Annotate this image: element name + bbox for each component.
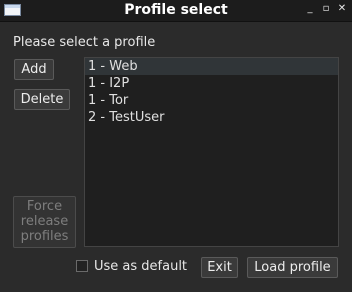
close-icon[interactable]: ✕ (336, 3, 348, 15)
use-as-default-checkbox[interactable] (76, 260, 88, 272)
minimize-icon[interactable]: _ (304, 3, 316, 15)
profile-item[interactable]: 1 - Web (85, 58, 338, 75)
force-release-line-2: release (20, 214, 69, 229)
profile-item[interactable]: 2 - TestUser (85, 109, 338, 126)
load-profile-button[interactable]: Load profile (247, 257, 338, 278)
force-release-profiles-button[interactable]: Force release profiles (13, 196, 76, 248)
force-release-line-3: profiles (20, 229, 69, 244)
window-title: Profile select (124, 2, 228, 18)
add-button[interactable]: Add (14, 59, 54, 80)
select-profile-label: Please select a profile (13, 35, 156, 50)
profile-item[interactable]: 1 - I2P (85, 75, 338, 92)
delete-button[interactable]: Delete (14, 89, 70, 110)
exit-button[interactable]: Exit (201, 257, 238, 278)
use-as-default-label: Use as default (94, 259, 188, 274)
profile-list[interactable]: 1 - Web 1 - I2P 1 - Tor 2 - TestUser (84, 57, 339, 247)
maximize-icon[interactable]: ▫ (320, 3, 332, 15)
force-release-line-1: Force (26, 199, 63, 214)
title-bar[interactable]: Profile select _ ▫ ✕ (0, 0, 352, 22)
profile-item[interactable]: 1 - Tor (85, 92, 338, 109)
